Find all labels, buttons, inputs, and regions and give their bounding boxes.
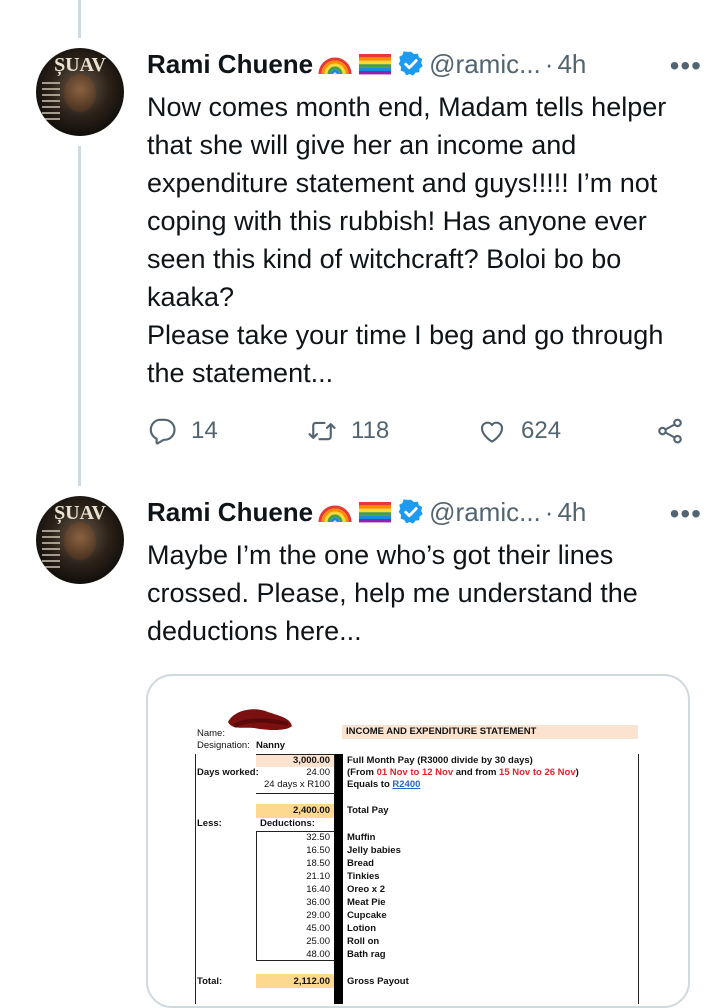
gross-payout-label: Gross Payout	[347, 976, 409, 987]
more-options-icon[interactable]: •••	[670, 498, 702, 530]
deduction-item: Bath rag	[347, 949, 386, 960]
days-worked-label: Days worked:	[197, 767, 259, 778]
avatar-cover-lines	[42, 530, 60, 570]
dates-worked: (From 01 Nov to 12 Nov and from 15 Nov t…	[347, 767, 579, 779]
avatar[interactable]: ȘUAV	[36, 496, 124, 584]
timestamp[interactable]: 4h	[557, 49, 586, 80]
deduction-item: Cupcake	[347, 910, 387, 921]
handle[interactable]: @ramic...	[429, 49, 541, 80]
retweet-count: 118	[351, 417, 390, 444]
tweet-text: Maybe I’m the one who’s got their lines …	[147, 540, 638, 646]
reply-button[interactable]: 14	[147, 416, 218, 446]
heart-icon	[480, 421, 504, 443]
tweet-header: Rami Chuene @ramic... · 4h	[147, 46, 586, 82]
deduction-amount: 48.00	[306, 949, 330, 960]
equals-value: R2400	[392, 779, 421, 790]
rainbow-icon	[318, 505, 352, 523]
deduction-amount: 29.00	[306, 910, 330, 921]
equals-label: Equals to	[347, 779, 393, 790]
deduction-amount: 16.40	[306, 884, 330, 895]
deduction-item: Lotion	[347, 923, 377, 934]
full-pay-description: Full Month Pay (R3000 divide by 30 days)	[347, 755, 533, 766]
like-button[interactable]: 624	[477, 416, 561, 446]
timestamp[interactable]: 4h	[557, 497, 586, 528]
tweet-text: Now comes month end, Madam tells helper …	[147, 92, 667, 388]
retweet-button[interactable]: 118	[307, 416, 389, 446]
more-options-icon[interactable]: •••	[670, 50, 702, 82]
avatar-face	[64, 74, 96, 112]
dates-suffix: )	[575, 767, 579, 778]
total-label: Total:	[197, 976, 223, 987]
deduction-amount: 16.50	[306, 845, 330, 856]
deduction-amount: 32.50	[306, 832, 330, 843]
display-name[interactable]: Rami Chuene	[147, 497, 313, 528]
verified-badge-icon	[398, 51, 423, 76]
deductions-label: Deductions:	[260, 818, 315, 829]
tweet-header: Rami Chuene @ramic... · 4h	[147, 494, 586, 530]
date-range-1: 01 Nov to 12 Nov	[376, 767, 454, 778]
less-label: Less:	[197, 818, 222, 829]
avatar-face	[64, 522, 96, 560]
tweet-actions: 14 118 624	[147, 416, 693, 452]
deduction-item: Meat Pie	[347, 897, 386, 908]
share-icon	[658, 418, 682, 444]
deduction-item: Jelly babies	[347, 845, 401, 856]
statement-designation-value: Nanny	[256, 740, 286, 751]
tweet-media-image[interactable]: Name: Designation: Nanny INCOME AND EXPE…	[146, 674, 690, 1008]
statement-left-border	[195, 754, 196, 1004]
gross-payout-amount: 2,112.00	[293, 976, 330, 987]
deduction-item: Oreo x 2	[347, 884, 386, 895]
rainbow-icon	[318, 57, 352, 75]
redaction-scribble	[228, 709, 292, 730]
avatar[interactable]: ȘUAV	[36, 48, 124, 136]
statement-name-label: Name:	[197, 728, 225, 739]
thread-line-middle	[78, 146, 81, 486]
deduction-amount: 25.00	[306, 936, 330, 947]
statement-right-border	[638, 754, 639, 1004]
verified-badge-icon	[398, 499, 423, 524]
deduction-amount: 18.50	[306, 858, 330, 869]
deduction-amount: 21.10	[306, 871, 330, 882]
share-button[interactable]	[655, 416, 685, 446]
rainbow-flag-icon	[359, 502, 392, 523]
reply-count: 14	[191, 417, 218, 444]
statement-document: Name: Designation: Nanny INCOME AND EXPE…	[148, 676, 688, 1006]
dates-prefix: (From	[347, 767, 377, 778]
thread-line-top	[78, 0, 81, 38]
deduction-item: Tinkies	[347, 871, 380, 882]
dates-middle: and from	[453, 767, 500, 778]
deduction-amount: 36.00	[306, 897, 330, 908]
full-pay-box	[256, 754, 335, 794]
handle[interactable]: @ramic...	[429, 497, 541, 528]
retweet-icon	[308, 421, 336, 441]
total-pay-label: Total Pay	[347, 805, 389, 816]
like-count: 624	[521, 417, 562, 444]
deduction-item: Roll on	[347, 936, 380, 947]
rainbow-flag-icon	[359, 54, 392, 75]
deduction-amount: 45.00	[306, 923, 330, 934]
total-pay-amount: 2,400.00	[293, 805, 330, 816]
display-name[interactable]: Rami Chuene	[147, 49, 313, 80]
reply-icon	[149, 418, 176, 445]
deduction-item: Muffin	[347, 832, 376, 843]
date-range-2: 15 Nov to 26 Nov	[499, 767, 576, 778]
separator-dot: ·	[544, 48, 554, 79]
deduction-item: Bread	[347, 858, 374, 869]
equals-to: Equals to R2400	[347, 779, 420, 791]
avatar-cover-lines	[42, 82, 60, 122]
separator-dot: ·	[544, 496, 554, 527]
statement-designation-label: Designation:	[197, 740, 250, 751]
statement-column-divider	[334, 754, 343, 1004]
statement-title: INCOME AND EXPENDITURE STATEMENT	[346, 726, 537, 737]
